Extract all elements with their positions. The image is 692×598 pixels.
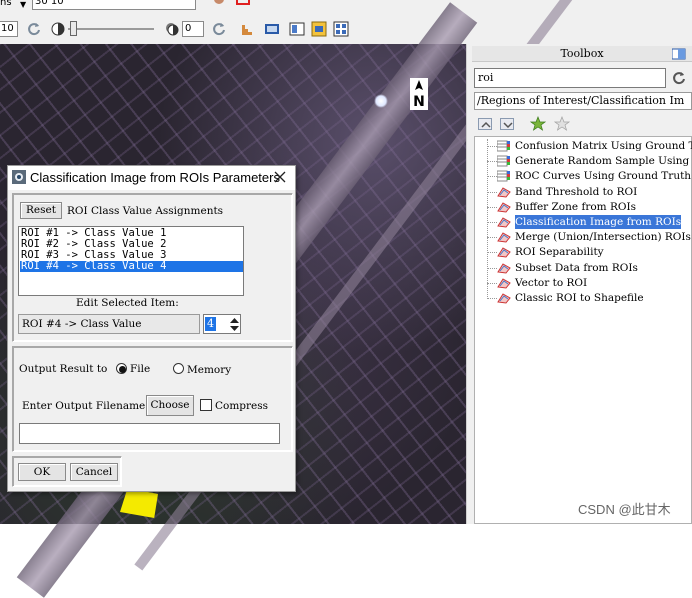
- roi-tool-icon: [497, 277, 511, 289]
- roi-tool-icon: [497, 231, 511, 243]
- north-arrow-icon: N: [410, 78, 428, 110]
- slider-thumb[interactable]: [70, 21, 77, 36]
- roi-list[interactable]: ROI #1 -> Class Value 1 ROI #2 -> Class V…: [18, 226, 244, 296]
- slider-track[interactable]: [68, 28, 154, 30]
- layout-icon[interactable]: [289, 21, 305, 37]
- toolbox-title: Toolbox: [472, 46, 692, 62]
- watermark: CSDN @此甘木: [578, 502, 671, 517]
- toolbox-search-input[interactable]: roi: [474, 68, 666, 88]
- refresh-icon[interactable]: [26, 21, 42, 37]
- filename-label: Enter Output Filename: [22, 400, 146, 412]
- toolbox-item[interactable]: Vector to ROI: [515, 276, 587, 290]
- dock-icon[interactable]: [671, 48, 686, 60]
- grid-view-icon[interactable]: [333, 21, 349, 37]
- choose-button[interactable]: Choose: [146, 395, 194, 416]
- bright-spot: [374, 94, 388, 108]
- tree-connector-branch: [487, 161, 497, 163]
- reset-button[interactable]: Reset: [20, 202, 62, 219]
- palette-icon[interactable]: [212, 0, 226, 6]
- file-radio[interactable]: [116, 363, 127, 374]
- favorite-remove-icon[interactable]: [553, 116, 571, 132]
- file-radio-label[interactable]: File: [130, 363, 150, 375]
- collapse-up-icon[interactable]: [478, 118, 492, 130]
- toolbox-item[interactable]: Merge (Union/Intersection) ROIs: [515, 230, 691, 244]
- memory-radio-label[interactable]: Memory: [187, 364, 231, 376]
- table-icon: [496, 170, 511, 182]
- output-label: Output Result to: [19, 363, 108, 375]
- chip-icon[interactable]: [311, 21, 327, 37]
- toolbox-item[interactable]: Generate Random Sample Using Gr: [515, 154, 692, 168]
- filename-input[interactable]: [19, 423, 280, 444]
- toolbox-tree: Confusion Matrix Using Ground T Generate …: [474, 136, 692, 524]
- reset-stretch-icon[interactable]: [211, 21, 227, 37]
- menu-dropdown-icon[interactable]: ▼: [20, 0, 26, 9]
- class-value-field[interactable]: 4: [205, 317, 216, 331]
- histogram-icon[interactable]: [240, 21, 256, 37]
- dialog-app-icon: [11, 169, 27, 185]
- toolbox-item[interactable]: ROC Curves Using Ground Truth R: [515, 169, 692, 183]
- toolbox-item[interactable]: ROI Separability: [515, 245, 604, 259]
- roi-tool-icon: [497, 186, 511, 198]
- north-label: N: [413, 94, 425, 110]
- spinner-arrows-icon[interactable]: [229, 317, 240, 332]
- clear-search-icon[interactable]: [671, 70, 687, 86]
- red-flag-icon[interactable]: [235, 0, 251, 6]
- expand-down-icon[interactable]: [500, 118, 514, 130]
- tree-connector-branch: [487, 252, 497, 254]
- tree-connector-branch: [487, 206, 497, 208]
- edit-label: Edit Selected Item:: [76, 297, 179, 309]
- roi-tool-icon: [497, 246, 511, 258]
- tree-connector: [487, 139, 488, 297]
- tree-connector-branch: [487, 222, 497, 223]
- stretch-combo[interactable]: 30 10: [32, 0, 196, 10]
- toolbox-item[interactable]: Classic ROI to Shapefile: [515, 291, 644, 305]
- table-icon: [496, 140, 511, 152]
- edit-item-text: ROI #4 -> Class Value: [18, 314, 200, 334]
- tree-connector-branch: [487, 191, 497, 193]
- tree-connector-branch: [487, 282, 497, 284]
- roi-list-item[interactable]: ROI #4 -> Class Value 4: [20, 261, 243, 272]
- class-value-spinner[interactable]: 4: [203, 314, 241, 334]
- tree-connector-branch: [487, 176, 497, 178]
- toolbox-item[interactable]: Classification Image from ROIs: [515, 215, 682, 229]
- table-icon: [496, 155, 511, 167]
- close-icon[interactable]: [272, 169, 288, 185]
- brightness-icon[interactable]: [50, 21, 66, 37]
- toolbox-item[interactable]: Confusion Matrix Using Ground T: [515, 139, 692, 153]
- toolbox-item[interactable]: Subset Data from ROIs: [515, 261, 638, 275]
- assign-label: ROI Class Value Assignments: [67, 205, 224, 217]
- memory-radio[interactable]: [173, 363, 184, 374]
- ok-button[interactable]: OK: [18, 463, 66, 481]
- tree-connector-branch: [487, 298, 497, 299]
- compress-checkbox[interactable]: [200, 399, 212, 411]
- roi-tool-icon: [497, 262, 511, 274]
- compress-label[interactable]: Compress: [215, 400, 268, 412]
- roi-tool-icon: [497, 216, 511, 228]
- tree-connector-branch: [487, 267, 497, 269]
- zoom-field[interactable]: 10: [0, 21, 18, 37]
- tree-connector-branch: [487, 146, 497, 147]
- contrast-field[interactable]: 0: [182, 21, 204, 37]
- toolbox-item[interactable]: Band Threshold to ROI: [515, 185, 637, 199]
- tree-connector-branch: [487, 237, 497, 239]
- menu-fragment[interactable]: ns: [0, 0, 12, 8]
- cancel-button[interactable]: Cancel: [70, 463, 118, 481]
- dialog-title: Classification Image from ROIs Parameter…: [30, 170, 280, 185]
- toolbox-item[interactable]: Buffer Zone from ROIs: [515, 200, 636, 214]
- roi-tool-icon: [497, 292, 511, 304]
- image-view-icon[interactable]: [264, 21, 280, 37]
- favorite-add-icon[interactable]: [529, 116, 547, 132]
- roi-tool-icon: [497, 201, 511, 213]
- toolbox-path: /Regions of Interest/Classification Im: [474, 92, 692, 110]
- contrast-icon[interactable]: [164, 21, 180, 37]
